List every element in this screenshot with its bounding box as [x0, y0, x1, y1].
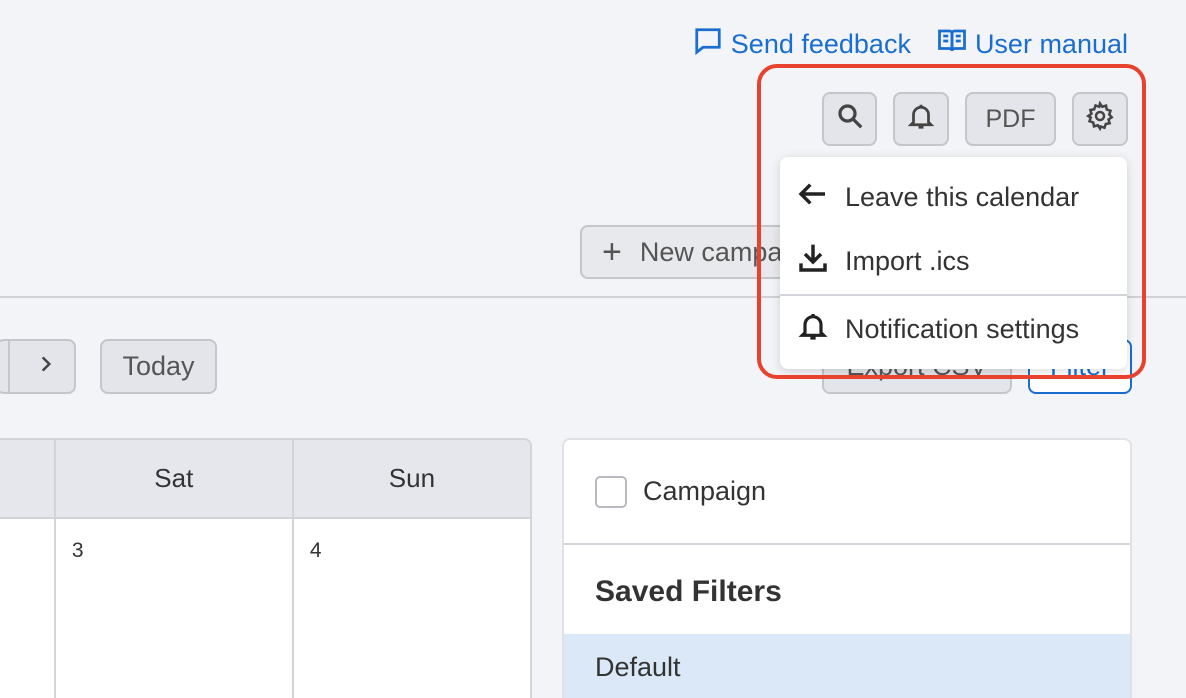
- calendar-grid: Sat Sun 3 4: [0, 438, 532, 698]
- saved-filter-default[interactable]: Default: [564, 634, 1130, 698]
- user-manual-label: User manual: [974, 29, 1128, 59]
- pdf-label: PDF: [985, 104, 1036, 133]
- bell-icon: [906, 101, 936, 138]
- saved-filter-label: Default: [595, 651, 681, 682]
- day-header-sat: Sat: [56, 440, 294, 517]
- menu-item-label: Leave this calendar: [845, 181, 1080, 212]
- next-week-button[interactable]: [0, 339, 76, 394]
- plus-icon: +: [602, 232, 622, 271]
- bell-icon: [797, 310, 829, 349]
- send-feedback-label: Send feedback: [730, 29, 911, 59]
- menu-item-label: Import .ics: [845, 245, 970, 276]
- menu-item-import-ics[interactable]: Import .ics: [780, 229, 1127, 293]
- calendar-header: Sat Sun: [0, 440, 530, 519]
- notifications-button[interactable]: [893, 92, 949, 146]
- pdf-button[interactable]: PDF: [965, 92, 1056, 146]
- day-cell-sun[interactable]: 4: [294, 519, 530, 698]
- day-header: [0, 440, 56, 517]
- campaign-filter-row[interactable]: Campaign: [564, 440, 1130, 545]
- book-icon: [937, 26, 967, 63]
- search-button[interactable]: [822, 92, 877, 146]
- menu-item-leave-calendar[interactable]: Leave this calendar: [780, 165, 1127, 229]
- arrow-left-icon: [797, 178, 829, 217]
- today-label: Today: [122, 351, 195, 381]
- menu-item-label: Notification settings: [845, 313, 1080, 344]
- download-icon: [797, 242, 829, 281]
- settings-button[interactable]: [1072, 92, 1128, 146]
- send-feedback-link[interactable]: Send feedback: [693, 26, 911, 63]
- top-links: Send feedback User manual: [693, 26, 1128, 63]
- day-cell[interactable]: [0, 519, 56, 698]
- date-number: 4: [309, 539, 322, 562]
- button-separator: [8, 341, 10, 392]
- gear-icon: [1085, 99, 1115, 138]
- search-icon: [835, 101, 865, 138]
- feedback-icon: [693, 26, 723, 63]
- menu-item-notification-settings[interactable]: Notification settings: [780, 297, 1127, 361]
- campaign-checkbox[interactable]: [595, 475, 627, 508]
- day-cell-sat[interactable]: 3: [56, 519, 294, 698]
- date-number: 3: [71, 539, 84, 562]
- saved-filters-title: Saved Filters: [595, 575, 782, 608]
- today-button[interactable]: Today: [100, 339, 217, 394]
- campaign-label: Campaign: [643, 476, 767, 506]
- menu-divider: [780, 294, 1127, 296]
- calendar-body: 3 4: [0, 519, 530, 698]
- settings-menu: Leave this calendar Import .ics Notifica…: [780, 157, 1127, 369]
- chevron-right-icon: [36, 354, 56, 379]
- day-header-sun: Sun: [388, 463, 436, 493]
- filters-panel: Campaign Saved Filters Default: [562, 438, 1132, 698]
- user-manual-link[interactable]: User manual: [937, 26, 1128, 63]
